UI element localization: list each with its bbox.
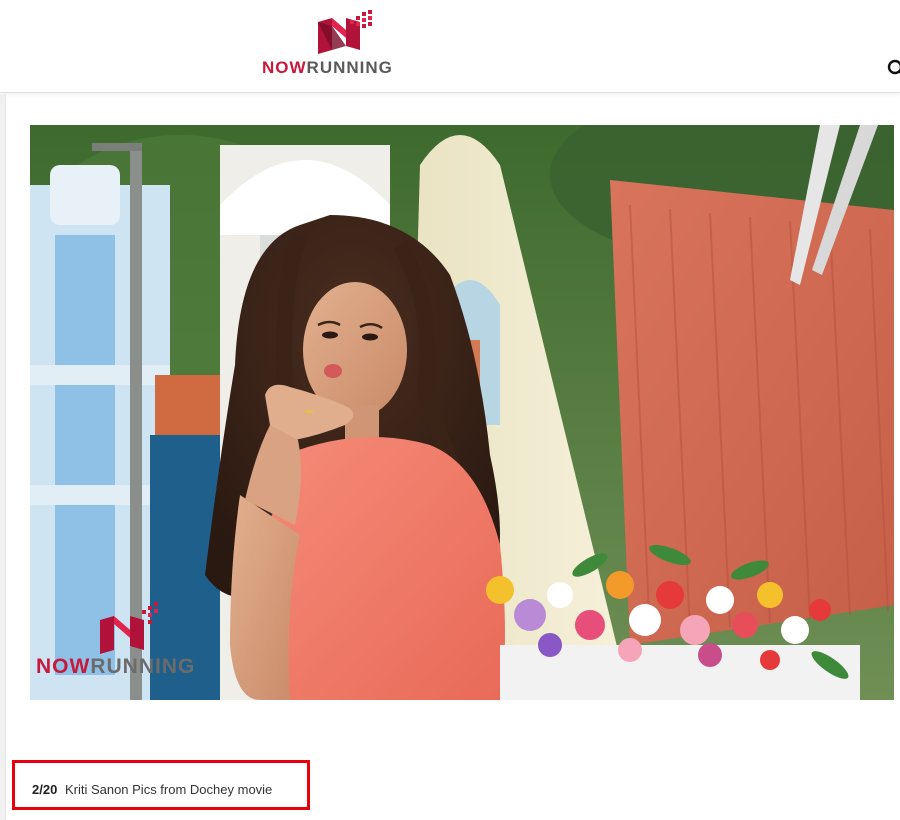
photo-watermark: NOWRUNNING <box>36 600 236 680</box>
watermark-now: NOW <box>36 655 91 678</box>
logo-running: RUNNING <box>306 58 393 77</box>
logo-mark-icon <box>318 10 372 54</box>
caption-highlight-box: 2/20 Kriti Sanon Pics from Dochey movie <box>12 760 310 810</box>
logo-wordmark: NOWRUNNING <box>262 58 393 78</box>
search-icon[interactable] <box>886 58 900 78</box>
logo-now: NOW <box>262 58 307 77</box>
photo-counter: 2/20 <box>32 782 58 797</box>
content-border <box>0 94 6 820</box>
watermark-wordmark: NOWRUNNING <box>36 655 195 679</box>
gallery-photo[interactable]: NOWRUNNING <box>30 125 894 700</box>
photo-title: Kriti Sanon Pics from Dochey movie <box>64 782 273 797</box>
site-header: NOWRUNNING <box>0 0 900 93</box>
watermark-logo-icon <box>100 602 158 654</box>
watermark-running: RUNNING <box>90 655 196 678</box>
site-logo[interactable]: NOWRUNNING <box>262 8 432 78</box>
photo-caption: 2/20 Kriti Sanon Pics from Dochey movie <box>32 782 272 797</box>
